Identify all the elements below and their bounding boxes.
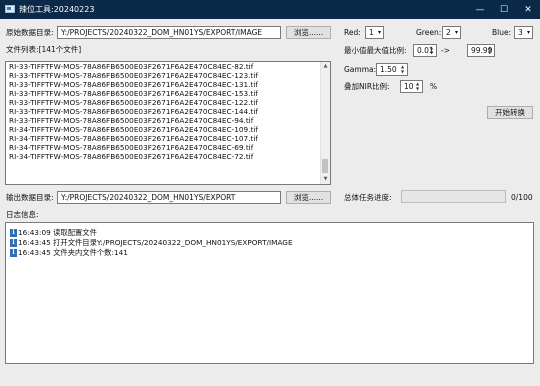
file-list-item[interactable]: RI-33-TIFFTFW-MOS-78A86FB6500E03F2671F6A… bbox=[6, 62, 330, 71]
log-time: 16:43:45 bbox=[18, 248, 51, 257]
gamma-label: Gamma: bbox=[344, 65, 377, 74]
spin-arrows-icon[interactable]: ▲ ▼ bbox=[486, 45, 493, 56]
file-list-item[interactable]: RI-33-TIFFTFW-MOS-78A86FB6500E03F2671F6A… bbox=[6, 98, 330, 107]
blue-band-select[interactable]: 3 ▾ bbox=[514, 26, 533, 39]
info-icon: i bbox=[10, 229, 17, 237]
output-dir-label: 输出数据目录: bbox=[6, 193, 54, 202]
start-convert-button[interactable]: 开始转换 bbox=[487, 106, 533, 119]
progress-label: 总体任务进度: bbox=[344, 193, 392, 202]
source-browse-button[interactable]: 浏览...... bbox=[286, 26, 331, 39]
minimize-button[interactable]: — bbox=[468, 0, 492, 19]
green-band-select[interactable]: 2 ▾ bbox=[442, 26, 461, 39]
nir-spinbox[interactable]: 10 ▲ ▼ bbox=[400, 80, 423, 93]
file-list[interactable]: RI-33-TIFFTFW-MOS-78A86FB6500E03F2671F6A… bbox=[5, 61, 331, 185]
red-label: Red: bbox=[344, 28, 361, 37]
file-list-item[interactable]: RI-34-TIFFTFW-MOS-78A86FB6500E03F2671F6A… bbox=[6, 143, 330, 152]
title-bar[interactable]: 辣位工具:20240223 — ☐ ✕ bbox=[0, 0, 540, 19]
file-list-item[interactable]: RI-33-TIFFTFW-MOS-78A86FB6500E03F2671F6A… bbox=[6, 116, 330, 125]
maximize-button[interactable]: ☐ bbox=[492, 0, 516, 19]
spin-arrows-icon[interactable]: ▲ ▼ bbox=[414, 81, 421, 92]
spin-arrows-icon[interactable]: ▲ ▼ bbox=[428, 45, 435, 56]
log-entry: i 16:43:09 读取配置文件 bbox=[10, 228, 97, 238]
stretch-label: 最小值最大值比例: bbox=[344, 46, 407, 55]
file-list-item[interactable]: RI-34-TIFFTFW-MOS-78A86FB6500E03F2671F6A… bbox=[6, 134, 330, 143]
file-list-label: 文件列表:[141个文件] bbox=[6, 45, 82, 54]
green-band-value: 2 bbox=[446, 28, 451, 37]
source-dir-input[interactable]: Y:/PROJECTS/20240322_DOM_HN01YS/EXPORT/I… bbox=[57, 26, 281, 39]
scroll-down-icon[interactable]: ▼ bbox=[321, 175, 330, 184]
file-list-scrollbar[interactable]: ▲ ▼ bbox=[320, 62, 330, 184]
stretch-max-spinbox[interactable]: 99.99 ▲ ▼ bbox=[467, 44, 495, 57]
log-label: 日志信息: bbox=[6, 210, 39, 219]
spin-arrows-icon[interactable]: ▲ ▼ bbox=[399, 64, 406, 75]
file-list-item[interactable]: RI-33-TIFFTFW-MOS-78A86FB6500E03F2671F6A… bbox=[6, 107, 330, 116]
log-entry: i 16:43:45 打开文件目录Y:/PROJECTS/20240322_DO… bbox=[10, 238, 293, 248]
blue-band-value: 3 bbox=[518, 28, 523, 37]
log-message: 文件夹内文件个数:141 bbox=[53, 248, 128, 257]
stretch-min-spinbox[interactable]: 0.01 ▲ ▼ bbox=[413, 44, 437, 57]
scroll-thumb[interactable] bbox=[322, 159, 328, 173]
file-list-item[interactable]: RI-33-TIFFTFW-MOS-78A86FB6500E03F2671F6A… bbox=[6, 89, 330, 98]
scroll-up-icon[interactable]: ▲ bbox=[321, 62, 330, 71]
log-message: 读取配置文件 bbox=[53, 228, 97, 237]
log-panel[interactable]: i 16:43:09 读取配置文件 i 16:43:45 打开文件目录Y:/PR… bbox=[5, 222, 534, 364]
file-list-item[interactable]: RI-34-TIFFTFW-MOS-78A86FB6500E03F2671F6A… bbox=[6, 152, 330, 161]
window-title: 辣位工具:20240223 bbox=[19, 5, 95, 14]
output-browse-button[interactable]: 浏览...... bbox=[286, 191, 331, 204]
overall-progress-bar bbox=[401, 190, 506, 203]
red-band-value: 1 bbox=[369, 28, 374, 37]
progress-text: 0/100 bbox=[511, 193, 533, 202]
info-icon: i bbox=[10, 249, 17, 257]
chevron-down-icon: ▾ bbox=[526, 29, 530, 36]
close-button[interactable]: ✕ bbox=[516, 0, 540, 19]
file-list-item[interactable]: RI-34-TIFFTFW-MOS-78A86FB6500E03F2671F6A… bbox=[6, 125, 330, 134]
app-icon bbox=[5, 5, 15, 13]
nir-label: 叠加NIR比例: bbox=[344, 82, 390, 91]
chevron-down-icon: ▾ bbox=[454, 29, 458, 36]
nir-unit: % bbox=[430, 82, 438, 91]
log-message: 打开文件目录Y:/PROJECTS/20240322_DOM_HN01YS/EX… bbox=[53, 238, 293, 247]
log-time: 16:43:45 bbox=[18, 238, 51, 247]
nir-value: 10 bbox=[404, 82, 414, 91]
file-list-item[interactable]: RI-33-TIFFTFW-MOS-78A86FB6500E03F2671F6A… bbox=[6, 80, 330, 89]
log-entry: i 16:43:45 文件夹内文件个数:141 bbox=[10, 248, 128, 258]
blue-label: Blue: bbox=[492, 28, 512, 37]
green-label: Green: bbox=[416, 28, 442, 37]
file-list-item[interactable]: RI-33-TIFFTFW-MOS-78A86FB6500E03F2671F6A… bbox=[6, 71, 330, 80]
info-icon: i bbox=[10, 239, 17, 247]
stretch-separator: -> bbox=[441, 46, 450, 55]
output-dir-input[interactable]: Y:/PROJECTS/20240322_DOM_HN01YS/EXPORT bbox=[57, 191, 281, 204]
gamma-value: 1.50 bbox=[380, 65, 397, 74]
gamma-spinbox[interactable]: 1.50 ▲ ▼ bbox=[376, 63, 408, 76]
source-dir-label: 原始数据目录: bbox=[6, 28, 54, 37]
chevron-down-icon: ▾ bbox=[377, 29, 381, 36]
log-time: 16:43:09 bbox=[18, 228, 51, 237]
red-band-select[interactable]: 1 ▾ bbox=[365, 26, 384, 39]
